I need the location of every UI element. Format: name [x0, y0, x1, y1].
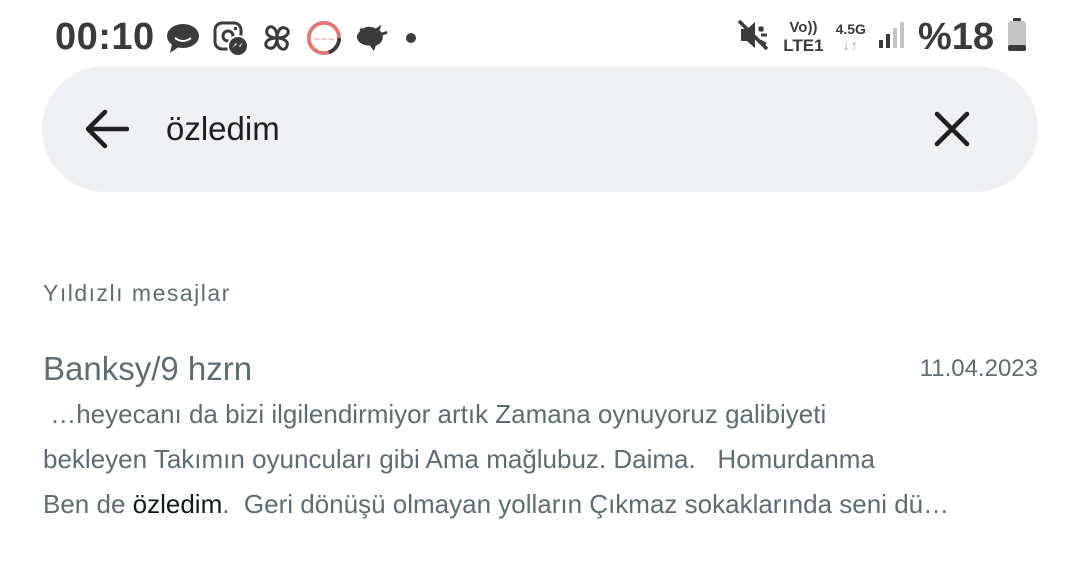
search-match-highlight: özledim: [132, 489, 223, 519]
volte-indicator: Vo)) LTE1: [783, 19, 824, 55]
snippet-text: . Geri dönüşü olmayan yolların Çıkmaz so…: [222, 489, 950, 519]
arrow-left-icon: [85, 109, 129, 149]
search-bar: [42, 66, 1038, 192]
status-bar: 00:10 ~~~ Vo)) LTE1 4.5G ↓↑ %18: [0, 0, 1080, 74]
result-snippet: …heyecanı da bizi ilgilendirmiyor artık …: [43, 392, 1043, 527]
result-date: 11.04.2023: [919, 355, 1038, 382]
result-chat-title: Banksy/9 hzrn: [43, 350, 253, 387]
back-button[interactable]: [76, 99, 136, 159]
status-time: 00:10: [55, 16, 155, 58]
signal-icon: [878, 20, 906, 55]
battery-icon: [1006, 17, 1028, 58]
search-input[interactable]: [166, 102, 906, 156]
app-circle-icon: ~~~: [306, 20, 342, 56]
snippet-text: Ben de: [43, 489, 133, 519]
snippet-line: …heyecanı da bizi ilgilendirmiyor artık …: [43, 399, 827, 429]
system-icons: Vo)) LTE1 4.5G ↓↑ %18: [735, 14, 1028, 60]
bird-icon: [353, 20, 389, 56]
mute-icon: [735, 17, 771, 58]
pinwheel-icon: [259, 20, 295, 56]
search-result-item[interactable]: Banksy/9 hzrn 11.04.2023 …heyecanı da bi…: [0, 340, 1080, 530]
messenger-icon: [212, 20, 248, 56]
chat-bubble-icon: [165, 20, 201, 56]
clear-search-button[interactable]: [922, 99, 982, 159]
section-header-starred-messages: Yıldızlı mesajlar: [43, 280, 231, 306]
close-icon: [934, 111, 970, 147]
screen: 00:10 ~~~ Vo)) LTE1 4.5G ↓↑ %18 özledim …: [0, 0, 1080, 565]
snippet-line: bekleyen Takımın oyuncuları gibi Ama mağ…: [43, 444, 875, 474]
more-dot-icon: [406, 33, 416, 43]
svg-text:~~~: ~~~: [313, 35, 334, 45]
network-type-indicator: 4.5G ↓↑: [835, 21, 866, 53]
notification-icons: ~~~: [165, 18, 416, 58]
battery-percentage: %18: [917, 16, 994, 58]
snippet-line: Ben de özledim. Geri dönüşü olmayan yoll…: [43, 482, 1043, 527]
